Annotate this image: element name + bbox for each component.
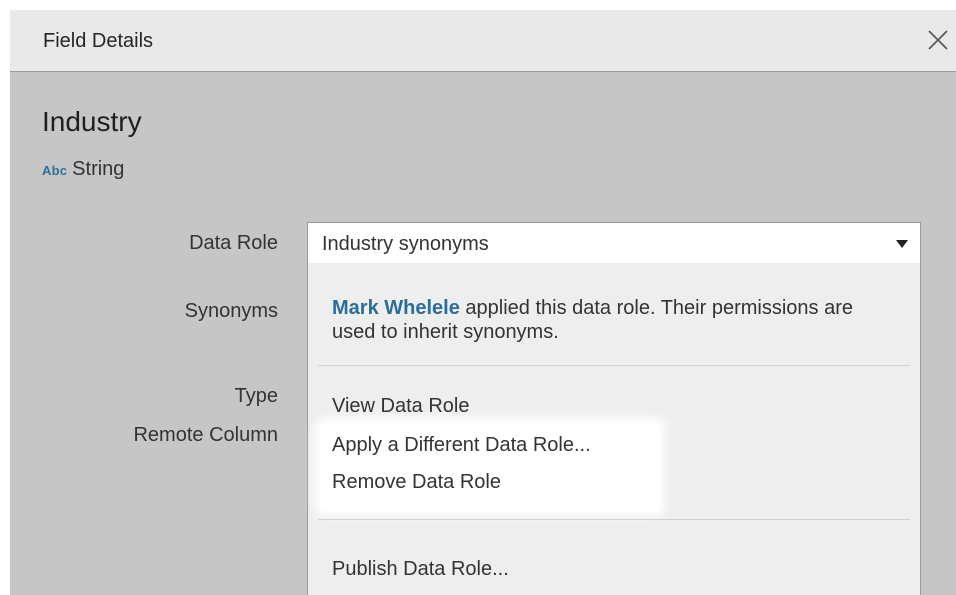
string-type-icon: Abc [42,163,68,178]
field-details-dialog: Field Details Industry Abc String Data R… [10,10,956,595]
field-name: Industry [42,106,142,137]
dialog-header: Field Details [10,10,956,72]
menu-item-view-data-role[interactable]: View Data Role [332,395,469,418]
menu-item-remove-data-role[interactable]: Remove Data Role [332,471,501,494]
synonyms-label: Synonyms [184,300,278,322]
user-link[interactable]: Mark Whelele [332,297,460,319]
data-role-label: Data Role [189,232,278,254]
data-role-select[interactable]: Industry synonyms [307,222,921,264]
menu-item-publish-data-role[interactable]: Publish Data Role... [332,558,509,581]
data-role-select-value: Industry synonyms [322,233,489,255]
type-label: Type [234,385,278,407]
data-role-menu: Mark Whelele applied this data role. The… [307,263,921,595]
field-type-label: String [72,158,125,180]
menu-item-apply-different-data-role[interactable]: Apply a Different Data Role... [332,434,591,457]
menu-divider [318,519,910,520]
field-type: Abc String [42,158,124,182]
close-icon[interactable] [926,28,950,52]
dialog-title: Field Details [43,30,154,52]
menu-divider [318,365,910,366]
menu-info: Mark Whelele applied this data role. The… [332,296,892,344]
triangle-down-icon [896,240,908,248]
remote-column-label: Remote Column [133,424,278,446]
